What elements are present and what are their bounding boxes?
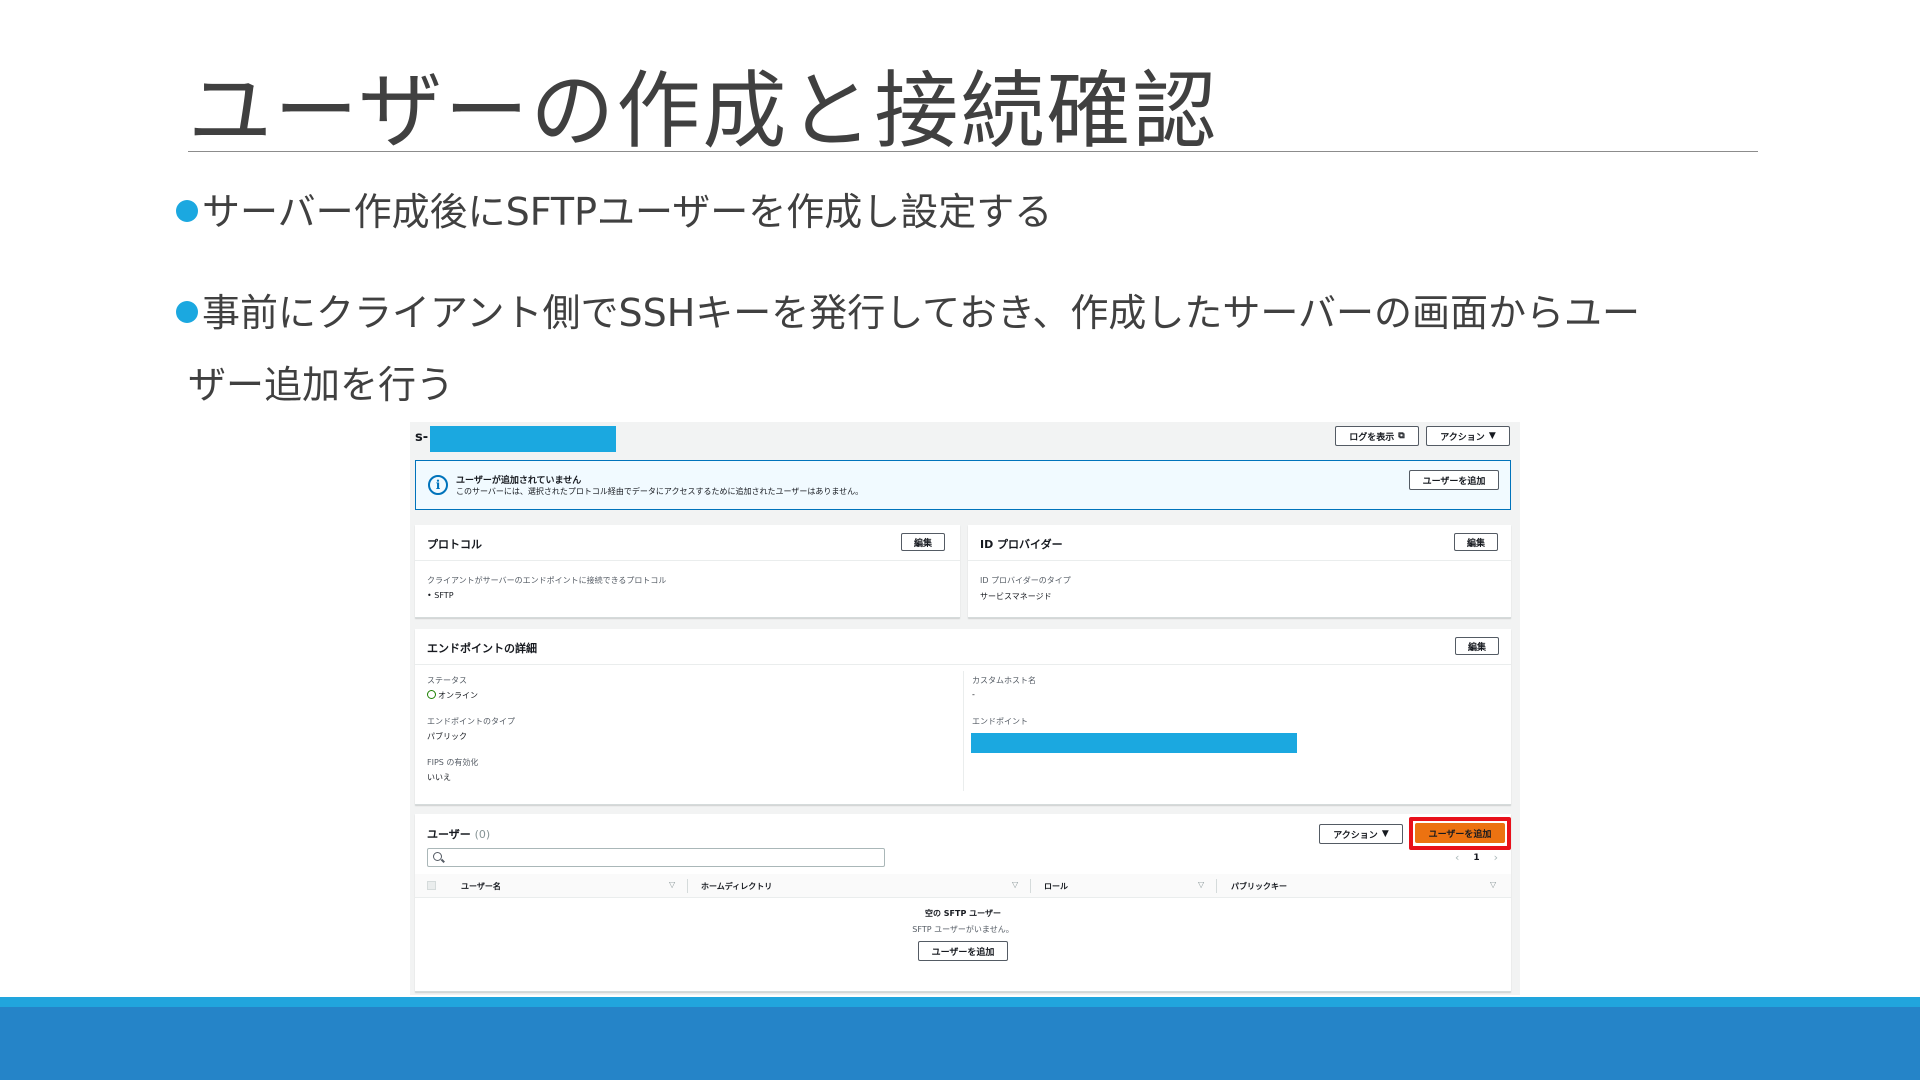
protocol-panel-title: プロトコル (427, 538, 482, 551)
alert-add-user-button[interactable]: ユーザーを追加 (1409, 470, 1499, 490)
idp-type-label: ID プロバイダーのタイプ (980, 576, 1071, 585)
alert-body: このサーバーには、選択されたプロトコル経由でデータにアクセスするために追加された… (456, 487, 864, 496)
console-screenshot: s- ログを表示 ⧉ アクション ▼ i ユーザーが追加されていません このサーバー… (410, 422, 1520, 995)
bullet-2: 事前にクライアント側でSSHキーを発行しておき、作成したサーバーの画面からユー (176, 277, 1640, 349)
slide-title: ユーザーの作成と接続確認 (188, 62, 1219, 160)
protocol-edit-button[interactable]: 編集 (901, 533, 945, 551)
empty-state-body: SFTP ユーザーがいません。 (912, 925, 1014, 934)
endpoint-panel-header: エンドポイントの詳細 編集 (415, 629, 1511, 665)
sort-icon[interactable]: ▽ (1012, 880, 1018, 889)
search-icon (433, 852, 442, 861)
endpoint-type-value: パブリック (427, 732, 467, 741)
protocol-value: • SFTP (427, 591, 454, 600)
column-separator (1030, 879, 1031, 893)
page-number[interactable]: 1 (1473, 853, 1479, 863)
title-divider (188, 151, 1758, 152)
users-title-text: ユーザー (427, 828, 471, 841)
bullet-1: サーバー作成後にSFTPユーザーを作成し設定する (176, 176, 1052, 248)
server-id-prefix: s- (415, 430, 429, 445)
endpoint-details-panel: エンドポイントの詳細 編集 ステータス オンライン エンドポイントのタイプ パブ… (415, 629, 1511, 805)
footer-band (0, 1007, 1920, 1080)
status-value: オンライン (427, 690, 478, 701)
select-all-checkbox[interactable] (427, 881, 436, 890)
sort-icon[interactable]: ▽ (669, 880, 675, 889)
slide: ユーザーの作成と接続確認 サーバー作成後にSFTPユーザーを作成し設定する 事前… (0, 0, 1920, 1080)
column-public-key[interactable]: パブリックキー (1231, 881, 1287, 892)
footer-accent-line (0, 997, 1920, 1007)
endpoint-label: エンドポイント (972, 717, 1028, 726)
endpoint-edit-button[interactable]: 編集 (1455, 637, 1499, 655)
idp-edit-button[interactable]: 編集 (1454, 533, 1498, 551)
endpoint-panel-title: エンドポイントの詳細 (427, 642, 537, 655)
status-text: オンライン (438, 691, 478, 700)
users-panel: ユーザー (0) アクション ▼ ユーザーを追加 ‹ 1 › ユーザー名 ▽ ホー… (415, 814, 1511, 992)
info-icon: i (428, 475, 448, 495)
actions-dropdown-button[interactable]: アクション ▼ (1426, 426, 1510, 446)
status-label: ステータス (427, 676, 467, 685)
users-count: (0) (474, 828, 491, 841)
users-panel-title: ユーザー (0) (427, 826, 490, 842)
idp-type-value: サービスマネージド (980, 592, 1052, 601)
column-username[interactable]: ユーザー名 (461, 881, 501, 892)
users-actions-label: アクション (1333, 830, 1378, 841)
column-home-directory[interactable]: ホームディレクトリ (701, 881, 772, 892)
bullet-2-text: 事前にクライアント側でSSHキーを発行しておき、作成したサーバーの画面からユー (202, 291, 1640, 335)
caret-down-icon: ▼ (1488, 431, 1496, 441)
endpoint-type-label: エンドポイントのタイプ (427, 717, 515, 726)
custom-hostname-label: カスタムホスト名 (972, 676, 1036, 685)
idp-panel-title: ID プロバイダー (980, 538, 1063, 551)
bullet-dot-icon (176, 200, 198, 222)
empty-state-add-user-button[interactable]: ユーザーを追加 (918, 941, 1008, 961)
sort-icon[interactable]: ▽ (1198, 880, 1204, 889)
highlight-frame (1409, 817, 1511, 850)
column-separator (1216, 879, 1217, 893)
identity-provider-panel: ID プロバイダー 編集 ID プロバイダーのタイプ サービスマネージド (968, 525, 1511, 618)
sort-icon[interactable]: ▽ (1490, 880, 1496, 889)
bullet-dot-icon (176, 301, 198, 323)
fips-value: いいえ (427, 773, 451, 782)
fips-label: FIPS の有効化 (427, 758, 479, 767)
caret-down-icon: ▼ (1381, 829, 1389, 839)
external-link-icon: ⧉ (1398, 431, 1405, 441)
column-role[interactable]: ロール (1044, 881, 1068, 892)
view-logs-button[interactable]: ログを表示 ⧉ (1335, 426, 1419, 446)
chevron-left-icon[interactable]: ‹ (1455, 851, 1459, 864)
view-logs-label: ログを表示 (1349, 432, 1395, 443)
bullet-2-continuation: ザー追加を行う (188, 363, 455, 407)
server-id-redaction (430, 426, 616, 452)
alert-title: ユーザーが追加されていません (456, 476, 582, 486)
server-header: s- ログを表示 ⧉ アクション ▼ (410, 422, 1520, 458)
chevron-right-icon[interactable]: › (1494, 851, 1498, 864)
bullet-1-text: サーバー作成後にSFTPユーザーを作成し設定する (202, 190, 1053, 234)
protocol-panel-header: プロトコル 編集 (415, 525, 960, 561)
idp-panel-header: ID プロバイダー 編集 (968, 525, 1511, 561)
empty-state-title: 空の SFTP ユーザー (925, 909, 1001, 918)
check-circle-icon (427, 690, 436, 699)
users-actions-button[interactable]: アクション ▼ (1319, 824, 1403, 844)
users-table-header: ユーザー名 ▽ ホームディレクトリ ▽ ロール ▽ パブリックキー ▽ (415, 874, 1511, 898)
users-search-input[interactable] (427, 848, 885, 867)
protocol-label: クライアントがサーバーのエンドポイントに接続できるプロトコル (427, 576, 667, 585)
column-divider (963, 671, 964, 791)
pagination: ‹ 1 › (1455, 851, 1498, 864)
no-users-alert: i ユーザーが追加されていません このサーバーには、選択されたプロトコル経由でデ… (415, 460, 1511, 510)
endpoint-redaction (971, 733, 1297, 753)
column-separator (687, 879, 688, 893)
actions-label: アクション (1440, 432, 1485, 443)
custom-hostname-value: - (972, 690, 975, 699)
protocol-panel: プロトコル 編集 クライアントがサーバーのエンドポイントに接続できるプロトコル … (415, 525, 960, 618)
